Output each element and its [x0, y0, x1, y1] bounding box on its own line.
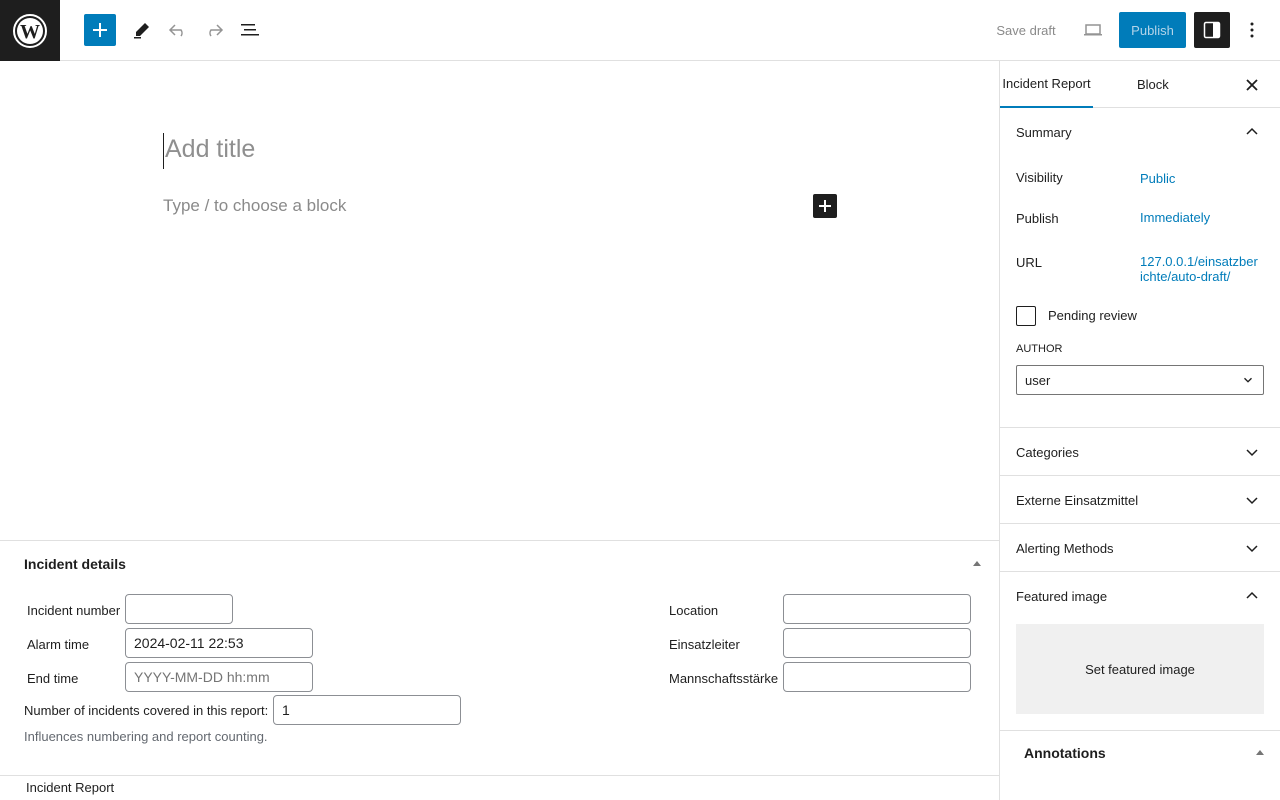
externe-einsatzmittel-panel-toggle[interactable]: Externe Einsatzmittel [1000, 476, 1280, 524]
alarm-time-input[interactable]: 2024-02-11 22:53 [125, 628, 313, 658]
publish-button[interactable]: Publish [1119, 12, 1186, 48]
incidents-count-label: Number of incidents covered in this repo… [24, 703, 269, 718]
pending-review-label: Pending review [1048, 308, 1137, 323]
plus-icon [93, 23, 107, 37]
settings-toggle-button[interactable] [1194, 12, 1230, 48]
incident-details-metabox: Incident details Incident number Alarm t… [0, 540, 999, 775]
redo-button[interactable] [198, 14, 230, 46]
incident-number-input[interactable] [125, 594, 233, 624]
chevron-down-icon [1246, 497, 1258, 505]
set-featured-image-button[interactable]: Set featured image [1016, 624, 1264, 714]
list-view-button[interactable] [234, 14, 266, 46]
visibility-value[interactable]: Public [1140, 171, 1175, 186]
chevron-down-icon [1246, 545, 1258, 553]
sidebar-tabs: Incident Report Block [1000, 61, 1280, 108]
einsatzleiter-label: Einsatzleiter [669, 637, 740, 652]
author-value: user [1025, 372, 1051, 388]
editor-header: W Save draft Publish [0, 0, 1280, 61]
editor-footer: Incident Report [0, 775, 999, 800]
mannschaftsstaerke-label: Mannschaftsstärke [669, 671, 779, 686]
add-block-button[interactable] [84, 14, 116, 46]
post-title-input[interactable]: Add title [163, 133, 838, 169]
redo-icon [209, 24, 224, 37]
location-label: Location [669, 603, 719, 618]
save-draft-button[interactable]: Save draft [986, 12, 1066, 48]
collapse-triangle-icon[interactable] [1254, 747, 1266, 759]
mannschaftsstaerke-input[interactable] [783, 662, 971, 692]
end-time-label: End time [27, 671, 79, 686]
pencil-icon [134, 23, 149, 39]
featured-image-title: Featured image [1016, 588, 1108, 604]
annotations-panel: Annotations [1000, 730, 1280, 800]
chevron-down-icon [1246, 449, 1258, 457]
annotations-title: Annotations [1024, 745, 1106, 761]
einsatzleiter-input[interactable] [783, 628, 971, 658]
alarm-time-label: Alarm time [27, 637, 90, 652]
svg-text:W: W [20, 21, 40, 43]
externe-einsatzmittel-title: Externe Einsatzmittel [1016, 492, 1139, 508]
tab-incident-report[interactable]: Incident Report [1000, 61, 1093, 108]
summary-title: Summary [1016, 124, 1072, 140]
chevron-up-icon [1246, 591, 1258, 599]
location-input[interactable] [783, 594, 971, 624]
url-label: URL [1016, 255, 1043, 270]
default-block-appender[interactable]: Type / to choose a block [163, 196, 346, 216]
publish-date-value[interactable]: Immediately [1140, 210, 1210, 225]
settings-sidebar: Incident Report Block Summary Visibility… [999, 61, 1280, 800]
incidents-count-help: Influences numbering and report counting… [24, 729, 268, 744]
incidents-count-input[interactable]: 1 [273, 695, 461, 725]
summary-panel-toggle[interactable]: Summary [1000, 108, 1280, 156]
preview-button[interactable] [1077, 12, 1109, 48]
collapse-triangle-icon[interactable] [971, 558, 983, 570]
pending-review-checkbox[interactable] [1016, 306, 1036, 326]
publish-label: Publish [1016, 211, 1059, 226]
author-select[interactable]: user [1016, 365, 1264, 395]
featured-image-panel-toggle[interactable]: Featured image [1000, 572, 1280, 620]
wordpress-logo[interactable]: W [0, 0, 60, 61]
end-time-input[interactable]: YYYY-MM-DD hh:mm [125, 662, 313, 692]
close-icon [1246, 79, 1258, 91]
undo-icon [168, 24, 183, 37]
incident-number-label: Incident number [27, 603, 121, 618]
tools-button[interactable] [126, 14, 158, 46]
chevron-up-icon [1246, 127, 1258, 135]
undo-button[interactable] [162, 14, 194, 46]
alerting-methods-title: Alerting Methods [1016, 540, 1114, 556]
list-view-icon [241, 24, 259, 36]
chevron-down-icon [1244, 377, 1252, 383]
editor-canvas: Add title Type / to choose a block [0, 61, 999, 540]
alerting-methods-panel-toggle[interactable]: Alerting Methods [1000, 524, 1280, 572]
visibility-label: Visibility [1016, 170, 1063, 185]
close-sidebar-button[interactable] [1240, 73, 1264, 97]
categories-title: Categories [1016, 444, 1079, 460]
laptop-icon [1084, 24, 1102, 36]
options-menu-button[interactable] [1238, 12, 1266, 48]
plus-icon [819, 200, 831, 212]
categories-panel-toggle[interactable]: Categories [1000, 428, 1280, 476]
breadcrumb[interactable]: Incident Report [26, 780, 114, 795]
tab-block[interactable]: Block [1137, 61, 1169, 108]
url-value[interactable]: 127.0.0.1/einsatzberichte/auto-draft/ [1140, 254, 1260, 284]
metabox-title: Incident details [24, 556, 126, 572]
author-label: AUTHOR [1016, 343, 1063, 355]
more-vertical-icon [1250, 22, 1254, 38]
inline-add-block-button[interactable] [813, 194, 837, 218]
sidebar-icon [1203, 21, 1221, 39]
